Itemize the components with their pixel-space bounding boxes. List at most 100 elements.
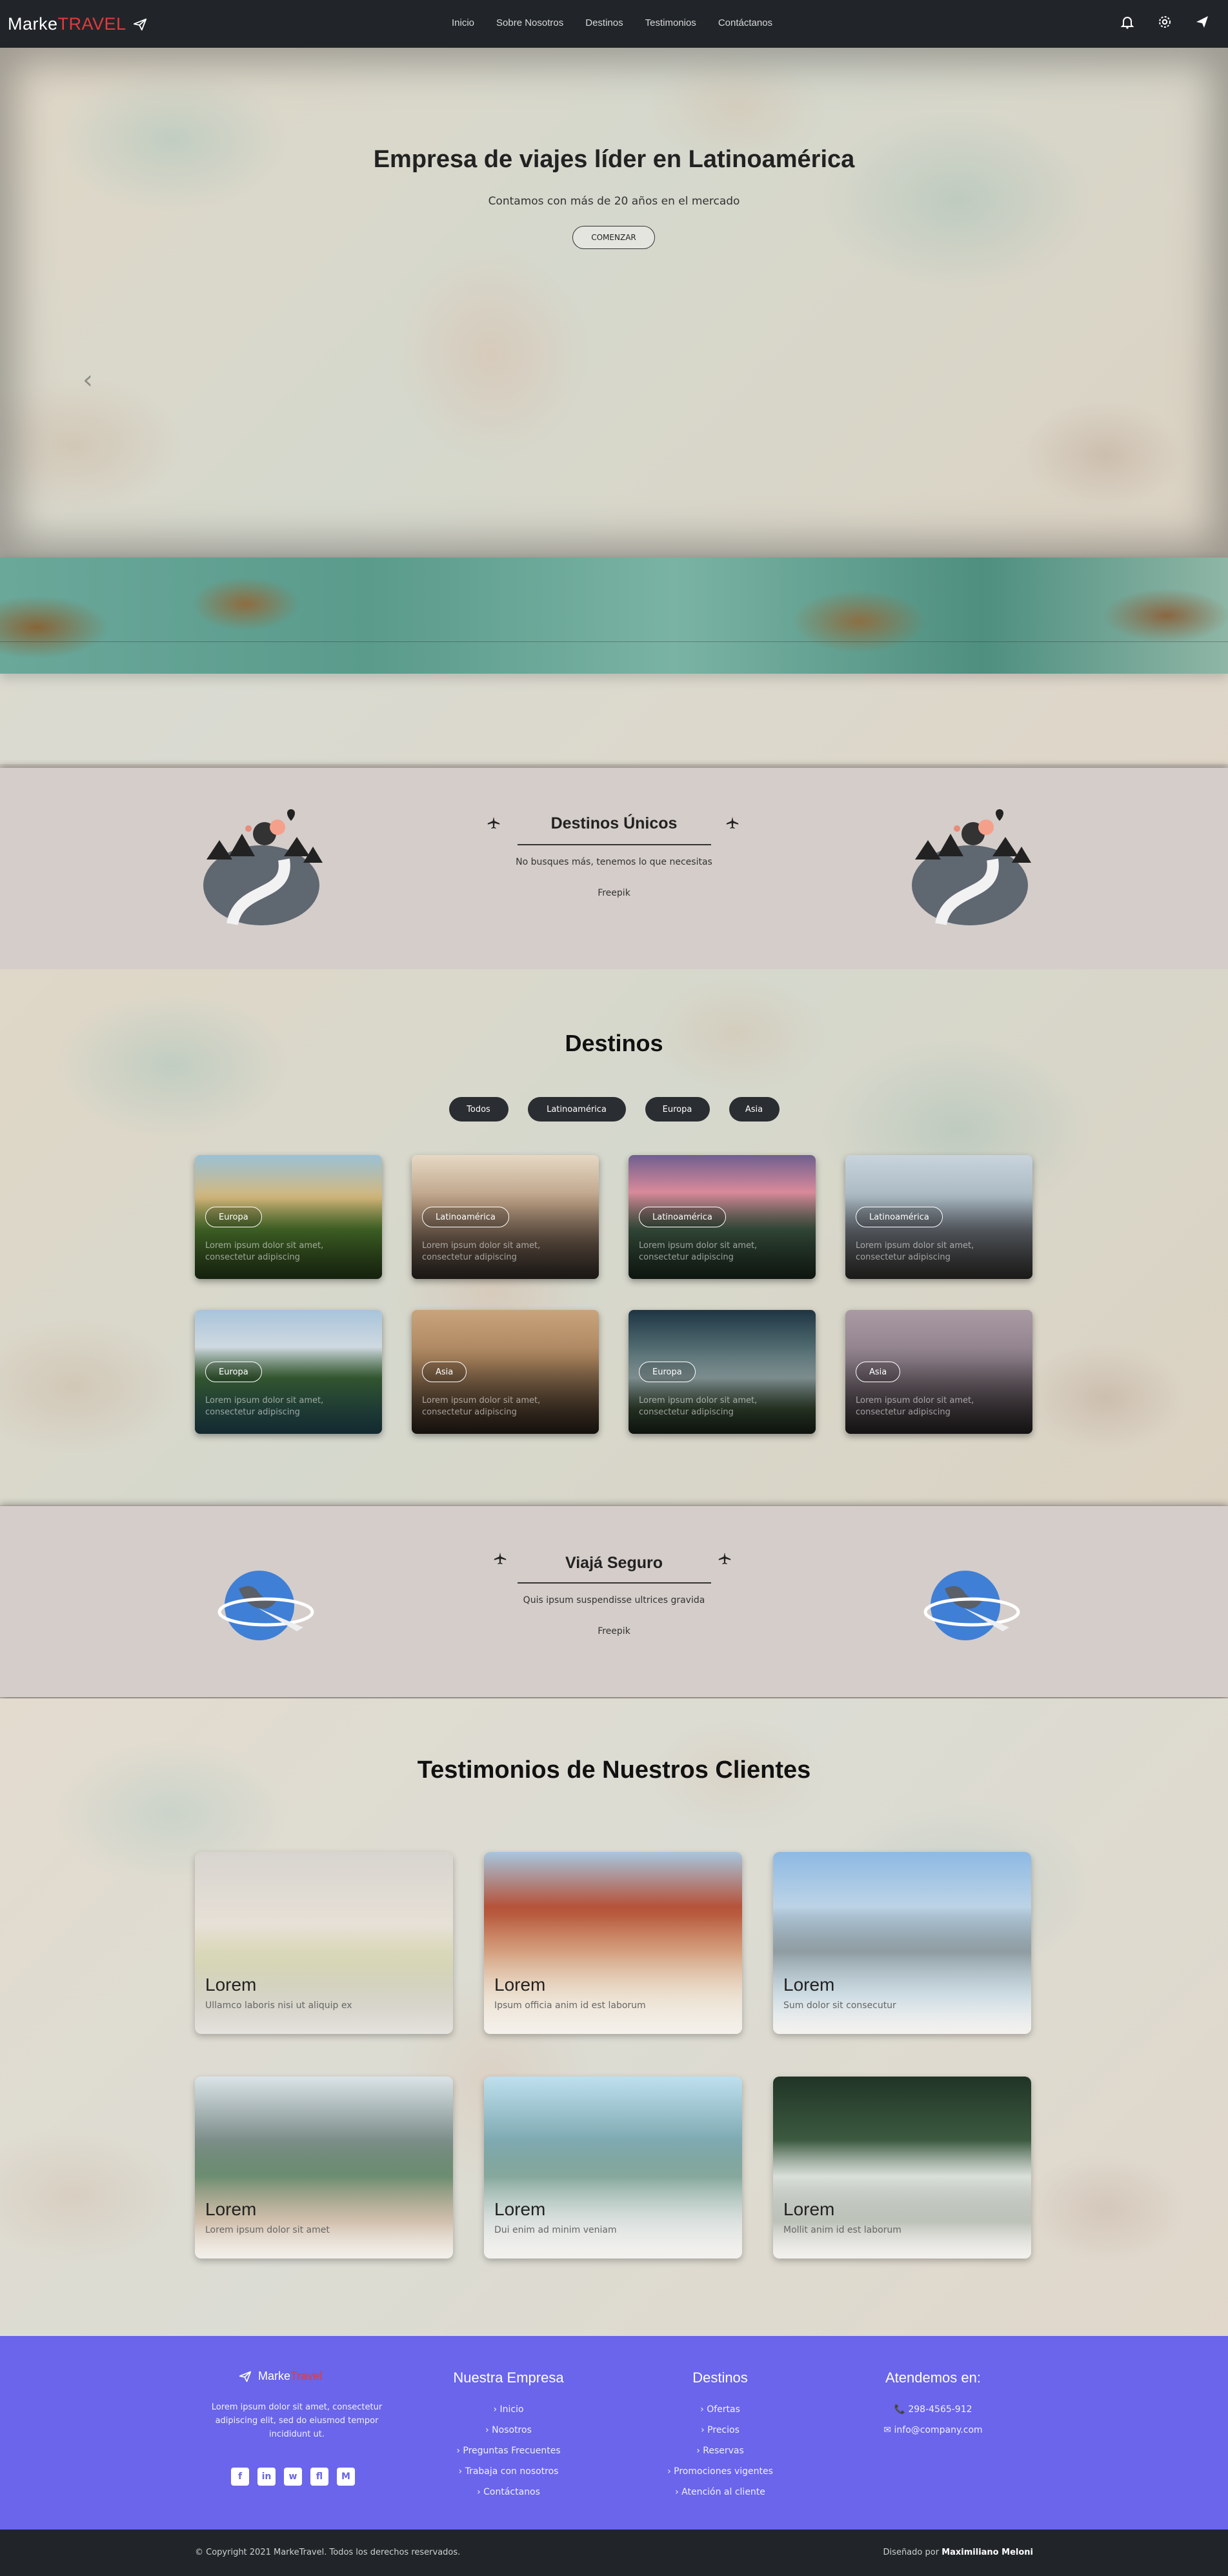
- footer-brand[interactable]: MarkeTravel: [239, 2370, 322, 2383]
- viaja-seguro-band: Viajá Seguro Quis ipsum suspendisse ultr…: [0, 1506, 1228, 1697]
- hero-carousel: Empresa de viajes líder en Latinoamérica…: [0, 48, 1228, 764]
- filter-asia[interactable]: Asia: [729, 1097, 780, 1122]
- destination-tag[interactable]: Europa: [639, 1362, 696, 1382]
- freepik-credit: Freepik: [598, 1626, 630, 1636]
- destination-tag[interactable]: Europa: [205, 1362, 262, 1382]
- testimonios-title: Testimonios de Nuestros Clientes: [417, 1756, 811, 1784]
- nav-link-testimonios[interactable]: Testimonios: [645, 17, 696, 28]
- footer-link[interactable]: Trabaja con nosotros: [444, 2461, 573, 2482]
- designer-credit: Diseñado por Maximiliano Meloni: [883, 2548, 1033, 2557]
- nav-link-contactanos[interactable]: Contáctanos: [718, 17, 772, 28]
- destination-tag[interactable]: Latinoamérica: [639, 1207, 726, 1227]
- destinos-filters: Todos Latinoamérica Europa Asia: [0, 1097, 1228, 1122]
- testimonial-text: Ullamco laboris nisi ut aliquip ex: [205, 2000, 352, 2011]
- footer-about: Lorem ipsum dolor sit amet, consectetur …: [211, 2402, 383, 2439]
- footer-link[interactable]: Preguntas Frecuentes: [444, 2440, 573, 2461]
- footer-link[interactable]: Contáctanos: [444, 2482, 573, 2502]
- testimonial-text: Dui enim ad minim veniam: [494, 2225, 617, 2235]
- footer-col-contacto: Atendemos en: 📞 298-4565-912 ✉ info@comp…: [869, 2370, 998, 2440]
- footer-link[interactable]: Inicio: [444, 2399, 573, 2420]
- destination-desc: Lorem ipsum dolor sit amet, consectetur …: [856, 1396, 974, 1417]
- testimonial-card: Lorem Ullamco laboris nisi ut aliquip ex: [195, 1852, 453, 2034]
- footer-col-empresa: Nuestra Empresa Inicio Nosotros Pregunta…: [444, 2370, 573, 2502]
- gear-icon[interactable]: [1157, 14, 1173, 30]
- destination-tag[interactable]: Asia: [422, 1362, 467, 1382]
- viaja-seguro-subtitle: Quis ipsum suspendisse ultrices gravida: [523, 1595, 705, 1605]
- footer-col-title: Atendemos en:: [885, 2370, 981, 2386]
- destination-card[interactable]: Latinoamérica Lorem ipsum dolor sit amet…: [845, 1155, 1032, 1279]
- destination-card[interactable]: Latinoamérica Lorem ipsum dolor sit amet…: [412, 1155, 599, 1279]
- destination-tag[interactable]: Asia: [856, 1362, 901, 1382]
- comenzar-button[interactable]: COMENZAR: [572, 226, 655, 249]
- footer-col-title: Destinos: [692, 2370, 748, 2386]
- brand-main: Marke: [8, 14, 58, 34]
- destination-desc: Lorem ipsum dolor sit amet, consectetur …: [639, 1241, 758, 1262]
- destination-card[interactable]: Europa Lorem ipsum dolor sit amet, conse…: [195, 1310, 382, 1434]
- paper-plane-icon: [239, 2371, 252, 2382]
- paper-plane-icon: [133, 18, 146, 30]
- destination-card[interactable]: Asia Lorem ipsum dolor sit amet, consect…: [845, 1310, 1032, 1434]
- footer-link[interactable]: Nosotros: [444, 2420, 573, 2440]
- carousel-prev-icon[interactable]: ‹: [83, 365, 93, 395]
- footer: MarkeTravel Lorem ipsum dolor sit amet, …: [0, 2336, 1228, 2530]
- linkedin-icon[interactable]: in: [257, 2468, 276, 2486]
- footer-link[interactable]: Reservas: [656, 2440, 785, 2461]
- filter-europa[interactable]: Europa: [645, 1097, 710, 1122]
- destination-tag[interactable]: Europa: [205, 1207, 262, 1227]
- nav-link-destinos[interactable]: Destinos: [585, 17, 623, 28]
- footer-link[interactable]: Precios: [656, 2420, 785, 2440]
- nav-link-inicio[interactable]: Inicio: [452, 17, 474, 28]
- brand-accent: TRAVEL: [57, 14, 126, 34]
- destinos-unicos-title: Destinos Únicos: [550, 814, 678, 832]
- destination-desc: Lorem ipsum dolor sit amet, consectetur …: [856, 1241, 974, 1262]
- footer-col-destinos: Destinos Ofertas Precios Reservas Promoc…: [656, 2370, 785, 2502]
- testimonial-text: Mollit anim id est laborum: [783, 2225, 901, 2235]
- map-strip-image: [0, 558, 1228, 674]
- testimonial-card: Lorem Lorem ipsum dolor sit amet: [195, 2077, 453, 2259]
- destination-tag[interactable]: Latinoamérica: [856, 1207, 943, 1227]
- testimonial-name: Lorem: [783, 1975, 835, 1995]
- footer-link[interactable]: Atención al cliente: [656, 2482, 785, 2502]
- destination-card[interactable]: Europa Lorem ipsum dolor sit amet, conse…: [629, 1310, 816, 1434]
- testimonial-card: Lorem Mollit anim id est laborum: [773, 2077, 1031, 2259]
- destination-card[interactable]: Asia Lorem ipsum dolor sit amet, consect…: [412, 1310, 599, 1434]
- footer-email[interactable]: ✉ info@company.com: [869, 2420, 998, 2440]
- brand-logo[interactable]: Marke TRAVEL: [8, 14, 147, 34]
- footer-brand-accent: Travel: [290, 2370, 323, 2382]
- destination-desc: Lorem ipsum dolor sit amet, consectetur …: [422, 1396, 541, 1417]
- sub-footer: © Copyright 2021 MarkeTravel. Todos los …: [0, 2530, 1228, 2576]
- flickr-icon[interactable]: fl: [310, 2468, 328, 2486]
- facebook-icon[interactable]: f: [231, 2468, 249, 2486]
- testimonial-text: Lorem ipsum dolor sit amet: [205, 2225, 330, 2235]
- medium-icon[interactable]: M: [337, 2468, 355, 2486]
- destination-desc: Lorem ipsum dolor sit amet, consectetur …: [422, 1241, 541, 1262]
- copyright-text: © Copyright 2021 MarkeTravel. Todos los …: [195, 2548, 461, 2557]
- destination-card[interactable]: Latinoamérica Lorem ipsum dolor sit amet…: [629, 1155, 816, 1279]
- send-plane-icon[interactable]: [1194, 14, 1210, 30]
- nav-links: Inicio Sobre Nosotros Destinos Testimoni…: [452, 17, 772, 28]
- navbar: Marke TRAVEL Inicio Sobre Nosotros Destin…: [0, 0, 1228, 48]
- footer-link[interactable]: Promociones vigentes: [656, 2461, 785, 2482]
- footer-col-title: Nuestra Empresa: [453, 2370, 564, 2386]
- designer-name[interactable]: Maximiliano Meloni: [941, 2548, 1033, 2557]
- testimonial-card: Lorem Dui enim ad minim veniam: [484, 2077, 742, 2259]
- destinos-unicos-band: Destinos Únicos No busques más, tenemos …: [0, 768, 1228, 969]
- filter-latinoamerica[interactable]: Latinoamérica: [527, 1097, 626, 1122]
- whatsapp-icon[interactable]: w: [284, 2468, 302, 2486]
- testimonial-text: Sum dolor sit consecutur: [783, 2000, 896, 2011]
- destination-card[interactable]: Europa Lorem ipsum dolor sit amet, conse…: [195, 1155, 382, 1279]
- footer-phone[interactable]: 📞 298-4565-912: [869, 2399, 998, 2420]
- destinos-title: Destinos: [565, 1030, 663, 1056]
- hero-slide: Empresa de viajes líder en Latinoamérica…: [0, 48, 1228, 558]
- filter-todos[interactable]: Todos: [448, 1097, 508, 1122]
- testimonial-name: Lorem: [205, 1975, 257, 1995]
- destinos-unicos-subtitle: No busques más, tenemos lo que necesitas: [516, 857, 712, 867]
- nav-link-sobre-nosotros[interactable]: Sobre Nosotros: [496, 17, 563, 28]
- footer-link[interactable]: Ofertas: [656, 2399, 785, 2420]
- testimonial-name: Lorem: [494, 1975, 546, 1995]
- testimonial-text: Ipsum officia anim id est laborum: [494, 2000, 646, 2011]
- testimonial-name: Lorem: [494, 2199, 546, 2219]
- footer-brand-main: Marke: [258, 2370, 291, 2382]
- destination-tag[interactable]: Latinoamérica: [422, 1207, 509, 1227]
- bell-icon[interactable]: [1120, 14, 1135, 30]
